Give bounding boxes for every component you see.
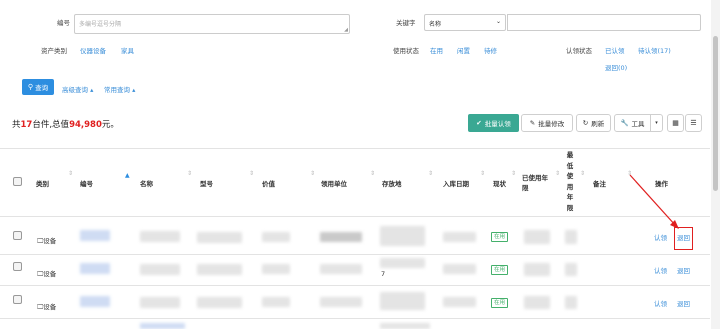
annotation-arrow-icon <box>629 174 679 229</box>
